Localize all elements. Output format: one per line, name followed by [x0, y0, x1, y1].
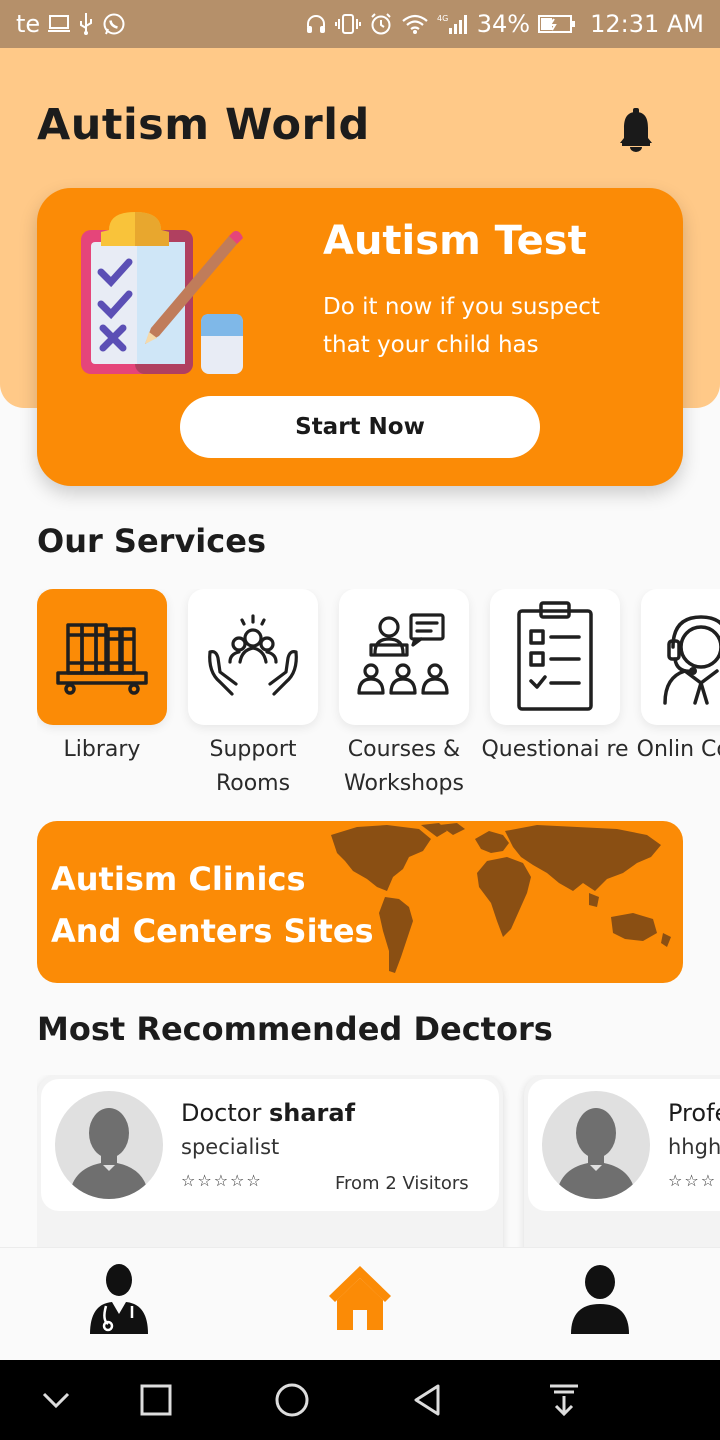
- start-now-button[interactable]: Start Now: [180, 396, 540, 458]
- wifi-icon: [402, 14, 428, 34]
- service-library[interactable]: Library: [37, 589, 167, 767]
- profile-icon[interactable]: [565, 1262, 635, 1334]
- clinics-banner-text: Autism Clinics And Centers Sites: [51, 853, 374, 957]
- service-label: Questionai re: [481, 737, 629, 762]
- services-carousel[interactable]: Library Support Rooms Courses & Workshop…: [37, 589, 720, 809]
- battery-icon: [538, 15, 576, 33]
- autism-test-card[interactable]: Autism Test Do it now if you suspect tha…: [37, 188, 683, 486]
- bookshelf-icon: [56, 623, 148, 695]
- doctor-icon[interactable]: [84, 1262, 154, 1334]
- service-label: Library: [63, 737, 141, 762]
- doctor-rating-stars: ☆☆☆☆☆: [181, 1171, 263, 1190]
- status-right: 4G 34% 12:31 AM: [305, 10, 704, 38]
- recent-apps-icon[interactable]: [136, 1380, 176, 1420]
- usb-icon: [80, 13, 93, 35]
- back-icon[interactable]: [408, 1380, 448, 1420]
- world-map-icon: [331, 823, 671, 973]
- service-label: Courses & Workshops: [343, 737, 464, 796]
- service-consult-tile[interactable]: [641, 589, 720, 725]
- whatsapp-icon: [103, 13, 125, 35]
- doctor-visitors: From 2 Visitors: [335, 1173, 469, 1194]
- svg-text:4G: 4G: [437, 14, 448, 23]
- service-label: Support Rooms: [209, 737, 297, 796]
- battery-percent: 34%: [476, 10, 531, 38]
- system-navigation-bar: [0, 1360, 720, 1440]
- bottom-navigation: [0, 1247, 720, 1360]
- service-courses-tile[interactable]: [339, 589, 469, 725]
- headset-icon: [306, 15, 325, 33]
- doctors-title: Most Recommended Dectors: [37, 1010, 553, 1048]
- presentation-icon: [357, 613, 449, 695]
- app-title: Autism World: [37, 100, 370, 150]
- service-questionnaire[interactable]: Questionai re: [481, 589, 629, 767]
- notification-pull-icon[interactable]: [544, 1380, 584, 1420]
- services-title: Our Services: [37, 522, 266, 560]
- service-courses-workshops[interactable]: Courses & Workshops: [339, 589, 469, 801]
- doctor-avatar: [55, 1091, 163, 1199]
- alarm-icon: [371, 13, 391, 35]
- service-online-consultation[interactable]: Onlin Consul: [637, 589, 720, 767]
- person-silhouette-icon: [69, 1108, 149, 1199]
- doctor-name-bold: sharaf: [268, 1099, 356, 1127]
- status-left: te: [16, 10, 126, 38]
- person-silhouette-icon: [556, 1108, 636, 1199]
- checklist-icon: [517, 601, 593, 711]
- home-button-icon[interactable]: [272, 1380, 312, 1420]
- headset-agent-icon: [663, 615, 720, 705]
- service-questionnaire-tile[interactable]: [490, 589, 620, 725]
- doctor-name: Profe: [668, 1099, 720, 1127]
- vibrate-icon: [334, 14, 361, 34]
- test-title: Autism Test: [323, 218, 587, 264]
- doctor-card[interactable]: Profe hhghg ☆☆☆: [524, 1075, 720, 1247]
- service-library-tile[interactable]: [37, 589, 167, 725]
- doctor-specialty: hhghg: [668, 1135, 720, 1159]
- doctors-carousel[interactable]: Doctor sharaf specialist ☆☆☆☆☆ From 2 Vi…: [37, 1075, 720, 1247]
- doctor-card[interactable]: Doctor sharaf specialist ☆☆☆☆☆ From 2 Vi…: [37, 1075, 503, 1247]
- bell-icon[interactable]: [618, 108, 654, 152]
- doctor-prefix: Doctor: [181, 1099, 262, 1127]
- chevron-down-icon[interactable]: [36, 1380, 76, 1420]
- doctor-card-header: Profe hhghg ☆☆☆: [528, 1079, 720, 1211]
- doctor-specialty: specialist: [181, 1135, 280, 1159]
- service-label: Onlin Consul: [636, 737, 720, 762]
- doctor-avatar: [542, 1091, 650, 1199]
- carrier-text: te: [16, 10, 41, 38]
- test-description: Do it now if you suspect that your child…: [323, 294, 600, 358]
- clinics-line1: Autism Clinics: [51, 860, 306, 898]
- doctor-name: Doctor sharaf: [181, 1099, 355, 1127]
- clinics-line2: And Centers Sites: [51, 912, 374, 950]
- doctor-rating-stars: ☆☆☆: [668, 1171, 718, 1190]
- service-support-rooms[interactable]: Support Rooms: [188, 589, 318, 801]
- support-hands-icon: [208, 614, 298, 696]
- service-support-rooms-tile[interactable]: [188, 589, 318, 725]
- clipboard-checklist-icon: [81, 212, 243, 374]
- screen-icon: [48, 15, 71, 32]
- home-icon[interactable]: [325, 1262, 395, 1334]
- signal-icon: 4G: [437, 14, 467, 34]
- clock-time: 12:31 AM: [590, 10, 704, 38]
- clinics-banner[interactable]: Autism Clinics And Centers Sites: [37, 821, 683, 983]
- status-bar: te 4G 34% 12:31 AM: [0, 0, 720, 48]
- doctor-card-header: Doctor sharaf specialist ☆☆☆☆☆ From 2 Vi…: [41, 1079, 499, 1211]
